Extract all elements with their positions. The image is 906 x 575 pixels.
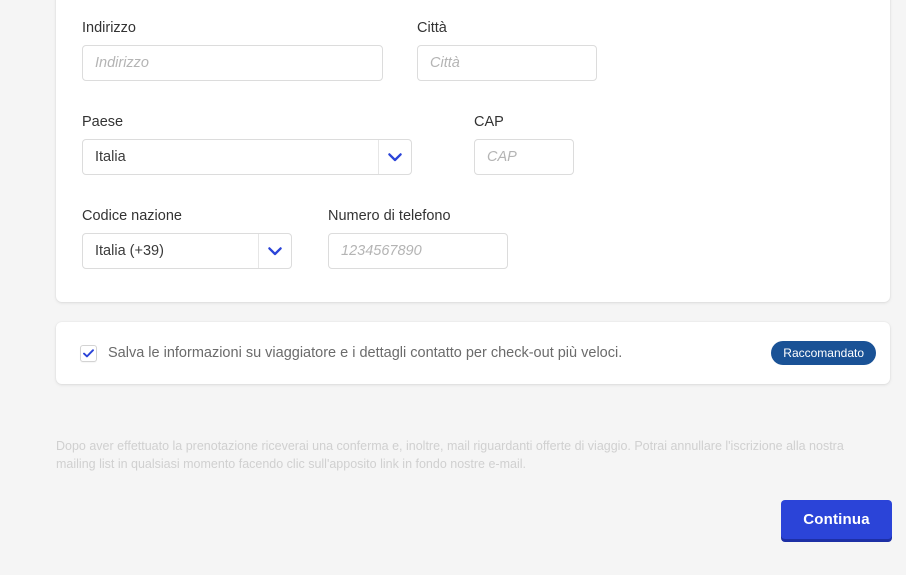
check-icon xyxy=(83,349,94,358)
country-select-value: Italia xyxy=(83,140,378,174)
label-country: Paese xyxy=(82,113,412,131)
recommended-badge[interactable]: Raccomandato xyxy=(771,341,876,365)
field-city: Città xyxy=(417,19,597,81)
field-country: Paese Italia xyxy=(82,113,412,175)
field-phone-number: Numero di telefono xyxy=(328,207,508,269)
save-info-card: Salva le informazioni su viaggiatore e i… xyxy=(56,322,890,384)
label-phone-number: Numero di telefono xyxy=(328,207,508,225)
phone-number-input[interactable] xyxy=(328,233,508,269)
label-city: Città xyxy=(417,19,597,37)
country-code-select[interactable]: Italia (+39) xyxy=(82,233,292,269)
chevron-down-icon xyxy=(258,234,291,268)
save-info-label: Salva le informazioni su viaggiatore e i… xyxy=(108,322,622,384)
field-postal-code: CAP xyxy=(474,113,574,175)
save-info-checkbox[interactable] xyxy=(80,345,97,362)
field-row-country: Paese Italia CAP xyxy=(82,113,574,175)
city-input[interactable] xyxy=(417,45,597,81)
country-select[interactable]: Italia xyxy=(82,139,412,175)
field-row-phone: Codice nazione Italia (+39) Numero di te… xyxy=(82,207,508,269)
field-address: Indirizzo xyxy=(82,19,383,81)
label-country-code: Codice nazione xyxy=(82,207,292,225)
save-info-row: Salva le informazioni su viaggiatore e i… xyxy=(56,322,890,384)
field-row-address: Indirizzo Città xyxy=(82,19,597,81)
marketing-disclaimer: Dopo aver effettuato la prenotazione ric… xyxy=(56,437,884,473)
continue-button[interactable]: Continua xyxy=(781,500,892,539)
field-country-code: Codice nazione Italia (+39) xyxy=(82,207,292,269)
checkout-contact-details-page: Indirizzo Città Paese Italia xyxy=(0,0,906,575)
country-code-select-value: Italia (+39) xyxy=(83,234,258,268)
label-postal-code: CAP xyxy=(474,113,574,131)
label-address: Indirizzo xyxy=(82,19,383,37)
address-input[interactable] xyxy=(82,45,383,81)
contact-details-card: Indirizzo Città Paese Italia xyxy=(56,0,890,302)
chevron-down-icon xyxy=(378,140,411,174)
postal-code-input[interactable] xyxy=(474,139,574,175)
